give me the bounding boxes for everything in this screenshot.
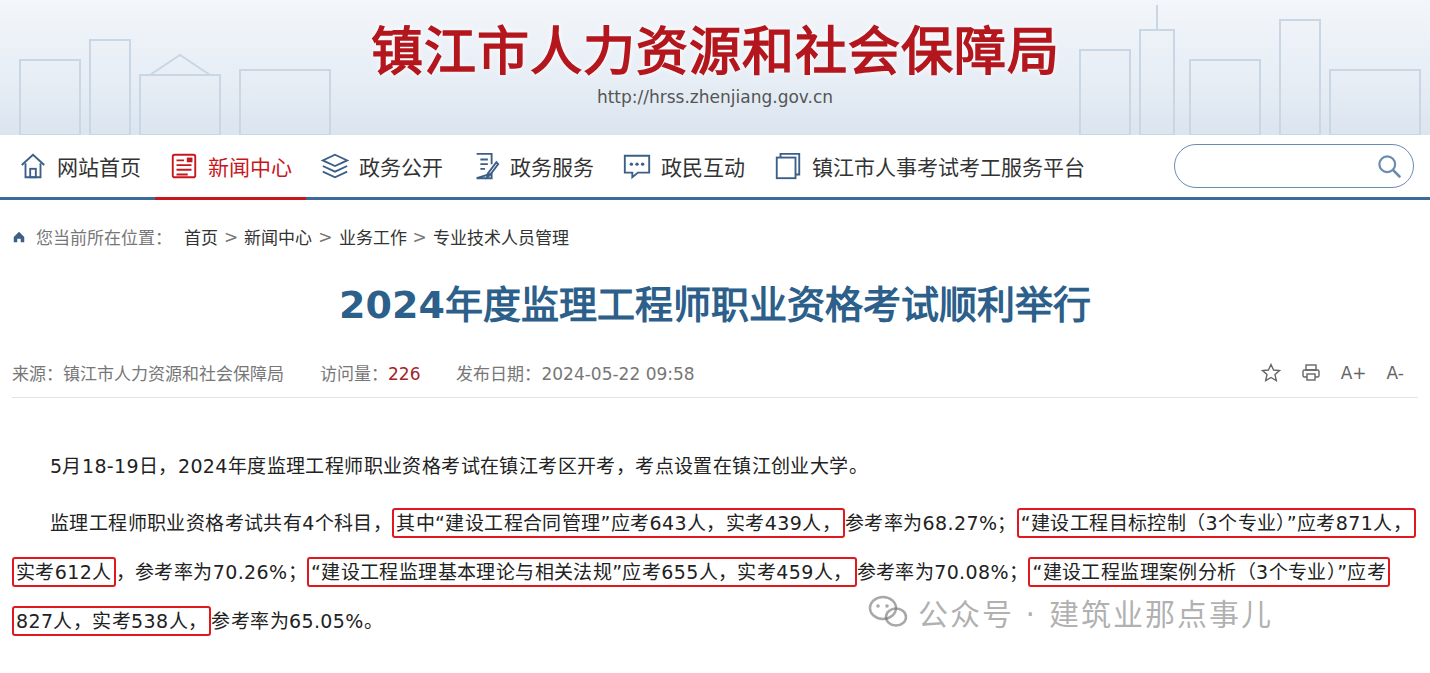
nav-item[interactable]: 政务服务 (457, 135, 608, 200)
article-title: 2024年度监理工程师职业资格考试顺利举行 (0, 271, 1430, 330)
publish-date: 发布日期：2024-05-22 09:58 (456, 360, 694, 385)
watermark: 公众号 · 建筑业那点事儿 (868, 590, 1273, 634)
breadcrumb-link[interactable]: 业务工作 (339, 224, 407, 249)
source-label: 来源： (12, 364, 63, 384)
layers-icon (320, 151, 350, 181)
printer-icon[interactable] (1301, 363, 1321, 383)
breadcrumb-prefix: 您当前所在位置： (36, 224, 172, 249)
breadcrumb-separator: > (224, 227, 238, 247)
paragraph-text: ，参考率为70.26%； (116, 561, 307, 583)
source: 来源：镇江市人力资源和社会保障局 (12, 360, 284, 385)
nav-label[interactable]: 政务公开 (359, 151, 443, 181)
font-size-button[interactable]: A- (1387, 363, 1404, 383)
site-banner: 镇江市人力资源和社会保障局 http://hrss.zhenjiang.gov.c… (0, 0, 1430, 135)
source-value: 镇江市人力资源和社会保障局 (63, 364, 284, 384)
news-icon (169, 151, 199, 181)
nav-label[interactable]: 镇江市人事考试考工服务平台 (812, 151, 1085, 181)
nav-label[interactable]: 新闻中心 (208, 151, 292, 181)
window-icon (773, 151, 803, 181)
highlighted-text: 其中“建设工程合同管理”应考643人，实考439人， (392, 508, 845, 538)
breadcrumb: 您当前所在位置： 首页 > 新闻中心 > 业务工作 > 专业技术人员管理 (0, 200, 1430, 271)
article-meta: 来源：镇江市人力资源和社会保障局 访问量：226 发布日期：2024-05-22 0… (12, 360, 1418, 398)
article-paragraph: 监理工程师职业资格考试共有4个科目，其中“建设工程合同管理”应考643人，实考4… (0, 499, 1430, 646)
nav-item[interactable]: 政务公开 (306, 135, 457, 200)
chat-icon (622, 151, 652, 181)
wechat-icon (868, 594, 908, 630)
highlighted-text: “建设工程监理基本理论与相关法规”应考655人，实考459人， (307, 557, 857, 587)
main-nav: 网站首页 新闻中心 政务公开 政务服务 政民互动 镇江市人事考试考工服务平台 (0, 135, 1430, 200)
nav-label[interactable]: 网站首页 (57, 151, 141, 181)
nav-item[interactable]: 新闻中心 (155, 135, 306, 200)
font-size-button[interactable]: A+ (1341, 363, 1367, 383)
star-icon[interactable] (1261, 363, 1281, 383)
paragraph-text: 监理工程师职业资格考试共有4个科目， (50, 512, 392, 534)
nav-item[interactable]: 政民互动 (608, 135, 759, 200)
site-title[interactable]: 镇江市人力资源和社会保障局 (365, 22, 1066, 82)
magnifier-icon[interactable] (1375, 152, 1403, 180)
breadcrumb-separator: > (413, 227, 427, 247)
nav-item[interactable]: 网站首页 (4, 135, 155, 200)
breadcrumb-link[interactable]: 首页 (184, 224, 218, 249)
home-icon (18, 151, 48, 181)
nav-label[interactable]: 政务服务 (510, 151, 594, 181)
search-input[interactable] (1191, 156, 1375, 176)
breadcrumb-separator: > (318, 227, 332, 247)
home-icon (12, 230, 26, 244)
watermark-text: 公众号 · 建筑业那点事儿 (918, 590, 1273, 634)
breadcrumb-link[interactable]: 专业技术人员管理 (433, 224, 569, 249)
search-box (1174, 144, 1414, 188)
nav-item[interactable]: 镇江市人事考试考工服务平台 (759, 135, 1099, 200)
paragraph-text: 参考率为68.27%； (845, 512, 1017, 534)
views: 访问量：226 (320, 360, 420, 385)
article-tools: A+ A- (1261, 363, 1418, 383)
article-paragraph: 5月18-19日，2024年度监理工程师职业资格考试在镇江考区开考，考点设置在镇… (0, 442, 1430, 491)
nav-label[interactable]: 政民互动 (661, 151, 745, 181)
views-label: 访问量： (320, 364, 388, 384)
breadcrumb-link[interactable]: 新闻中心 (244, 224, 312, 249)
views-value: 226 (388, 364, 420, 384)
paragraph-text: 参考率为65.05%。 (211, 610, 383, 632)
publish-date-value: 2024-05-22 09:58 (541, 364, 694, 384)
site-url[interactable]: http://hrss.zhenjiang.gov.cn (591, 87, 839, 107)
paragraph-text: 5月18-19日，2024年度监理工程师职业资格考试在镇江考区开考，考点设置在镇… (50, 455, 868, 477)
document-pen-icon (471, 151, 501, 181)
publish-date-label: 发布日期： (456, 364, 541, 384)
paragraph-text: 参考率为70.08%； (857, 561, 1029, 583)
